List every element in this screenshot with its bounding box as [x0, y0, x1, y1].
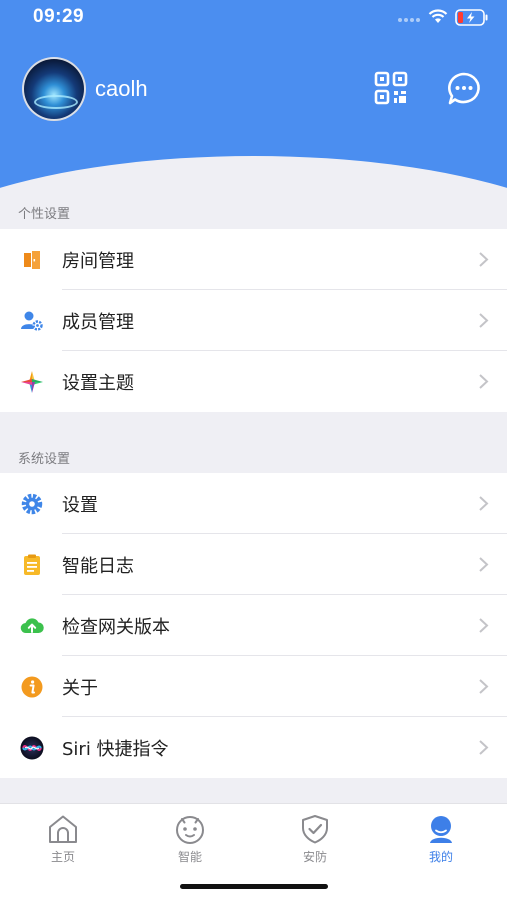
chevron-right-icon: [479, 496, 489, 511]
row-label: 检查网关版本: [62, 616, 170, 638]
row-label: 设置主题: [62, 372, 134, 394]
row-about[interactable]: 关于: [0, 656, 507, 717]
tab-label: 主页: [50, 850, 75, 864]
home-indicator[interactable]: [180, 884, 328, 889]
row-smart-log[interactable]: 智能日志: [0, 534, 507, 595]
tab-smart[interactable]: 智能: [150, 814, 230, 865]
chevron-right-icon: [479, 313, 489, 328]
row-check-gateway-version[interactable]: 检查网关版本: [0, 595, 507, 656]
clipboard-icon: [19, 552, 45, 578]
row-label: 关于: [62, 677, 98, 699]
member-gear-icon: [19, 308, 45, 334]
row-label: Siri 快捷指令: [62, 738, 169, 760]
robot-face-icon: [176, 816, 204, 844]
avatar[interactable]: [22, 57, 86, 121]
person-icon: [430, 816, 452, 843]
chevron-right-icon: [479, 618, 489, 633]
system-settings-group: 设置 智能日志 检查网关版本 关于 Siri 快捷指令: [0, 473, 507, 778]
battery-charging-icon: [455, 9, 488, 26]
section-title-system: 系统设置: [18, 452, 71, 467]
tab-label: 我的: [428, 850, 453, 864]
tab-mine[interactable]: 我的: [401, 814, 481, 865]
gear-icon: [19, 491, 45, 517]
door-icon: [19, 247, 45, 273]
qr-code-icon[interactable]: [374, 71, 408, 105]
personal-settings-group: 房间管理 成员管理 设置主题: [0, 229, 507, 412]
header-curve: [0, 156, 507, 200]
chevron-right-icon: [479, 679, 489, 694]
section-title-personal: 个性设置: [18, 207, 71, 222]
chevron-right-icon: [479, 252, 489, 267]
status-bar: 09:29: [0, 0, 507, 36]
tab-label: 安防: [302, 850, 327, 864]
signal-icon: [398, 18, 420, 22]
tab-home[interactable]: 主页: [23, 814, 103, 865]
row-member-management[interactable]: 成员管理: [0, 290, 507, 351]
home-icon: [49, 815, 77, 843]
theme-star-icon: [19, 369, 45, 395]
row-label: 智能日志: [62, 555, 134, 577]
row-settings[interactable]: 设置: [0, 473, 507, 534]
tab-label: 智能: [177, 850, 202, 864]
wifi-icon: [428, 9, 448, 23]
row-label: 房间管理: [62, 250, 134, 272]
status-time: 09:29: [33, 6, 85, 27]
tab-security[interactable]: 安防: [275, 814, 355, 865]
chevron-right-icon: [479, 374, 489, 389]
row-label: 成员管理: [62, 311, 134, 333]
row-label: 设置: [62, 494, 98, 516]
username[interactable]: caolh: [95, 76, 148, 102]
siri-icon: [19, 735, 45, 761]
chevron-right-icon: [479, 740, 489, 755]
info-icon: [19, 674, 45, 700]
row-room-management[interactable]: 房间管理: [0, 229, 507, 290]
shield-check-icon: [302, 815, 328, 844]
cloud-upload-icon: [19, 613, 45, 639]
chevron-right-icon: [479, 557, 489, 572]
row-theme[interactable]: 设置主题: [0, 351, 507, 412]
message-icon[interactable]: [446, 71, 482, 107]
row-siri-shortcuts[interactable]: Siri 快捷指令: [0, 717, 507, 778]
